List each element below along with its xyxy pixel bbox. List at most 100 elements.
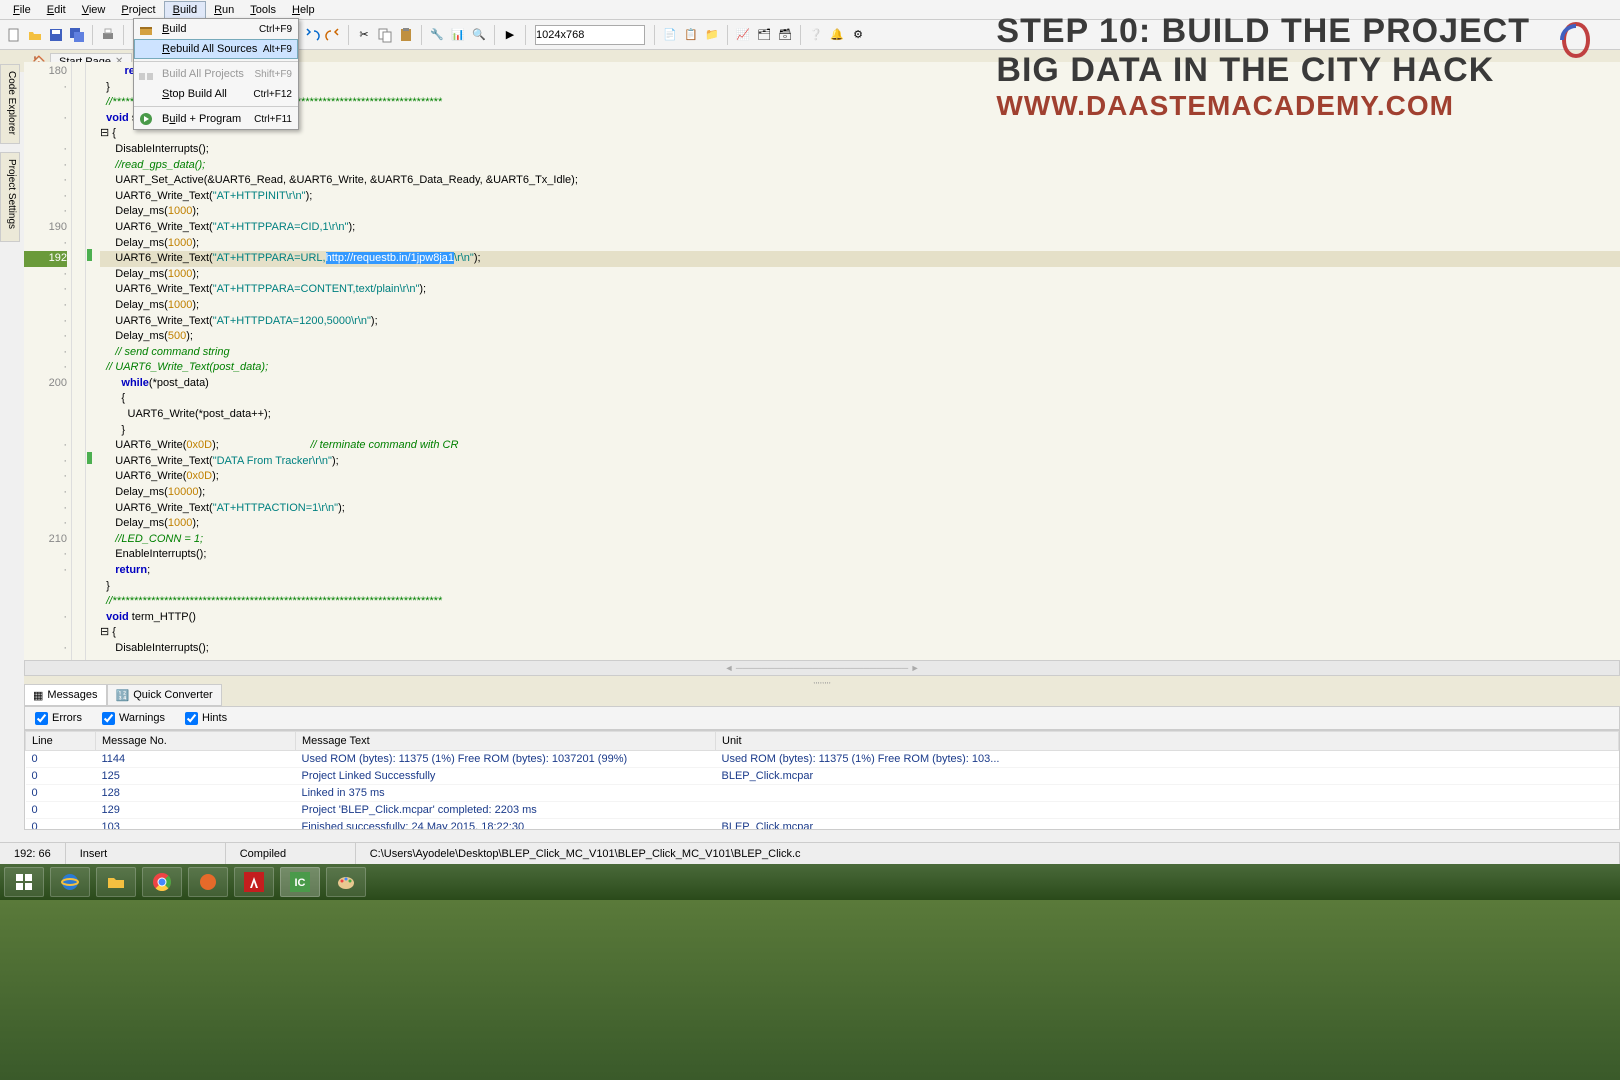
menu-run[interactable]: Run	[206, 2, 242, 18]
status-pos: 192: 66	[0, 843, 66, 864]
tab-messages[interactable]: ▦ Messages	[24, 684, 107, 706]
open-icon[interactable]	[26, 26, 44, 44]
dropdown-stop-build[interactable]: Stop Build AllCtrl+F12	[134, 84, 298, 104]
overlay-url: WWW.DAASTEMACADEMY.COM	[996, 90, 1530, 122]
shortcut: Ctrl+F12	[253, 89, 292, 100]
menu-help[interactable]: Help	[284, 2, 323, 18]
print-icon[interactable]	[99, 26, 117, 44]
shortcut: Ctrl+F9	[259, 24, 292, 35]
col-no[interactable]: Message No.	[96, 732, 296, 751]
hints-checkbox[interactable]	[185, 712, 198, 725]
separator	[525, 25, 526, 45]
errors-checkbox[interactable]	[35, 712, 48, 725]
filter-errors[interactable]: Errors	[35, 712, 82, 725]
taskbar-explorer[interactable]	[96, 867, 136, 897]
taskbar-ide[interactable]: IC	[280, 867, 320, 897]
label: Errors	[52, 712, 82, 724]
col-unit[interactable]: Unit	[716, 732, 1619, 751]
menu-view[interactable]: View	[74, 2, 114, 18]
menu-build[interactable]: Build	[164, 1, 206, 19]
menu-edit[interactable]: Edit	[39, 2, 74, 18]
fold-column[interactable]	[72, 62, 86, 660]
side-tab-project-settings[interactable]: Project Settings	[0, 152, 20, 242]
message-row[interactable]: 0125Project Linked SuccessfullyBLEP_Clic…	[26, 768, 1619, 785]
mark-column	[86, 62, 94, 660]
taskbar-paint[interactable]	[326, 867, 366, 897]
separator	[421, 25, 422, 45]
dropdown-build-all-projects: Build All ProjectsShift+F9	[134, 64, 298, 84]
tool-icon[interactable]: 📊	[449, 26, 467, 44]
message-row[interactable]: 0128Linked in 375 ms	[26, 785, 1619, 802]
build-all-icon	[138, 66, 154, 82]
separator	[494, 25, 495, 45]
tool-icon[interactable]: ⚙	[849, 26, 867, 44]
editor: 180 ·· ····· 190 · 192 ······· 200 ·····…	[24, 62, 1620, 660]
start-button[interactable]	[4, 867, 44, 897]
separator	[800, 25, 801, 45]
cut-icon[interactable]: ✂	[355, 26, 373, 44]
taskbar-adobe[interactable]	[234, 867, 274, 897]
tool-icon[interactable]: 📄	[661, 26, 679, 44]
tab-label: Quick Converter	[133, 689, 212, 701]
dropdown-build-program[interactable]: Build + ProgramCtrl+F11	[134, 109, 298, 129]
side-tab-code-explorer[interactable]: Code Explorer	[0, 64, 20, 144]
overlay-logo	[1552, 16, 1600, 64]
col-text[interactable]: Message Text	[296, 732, 716, 751]
gutter: 180 ·· ····· 190 · 192 ······· 200 ·····…	[24, 62, 72, 660]
paste-icon[interactable]	[397, 26, 415, 44]
status-mode: Insert	[66, 843, 226, 864]
filter-hints[interactable]: Hints	[185, 712, 227, 725]
tool-icon[interactable]: 🔍	[470, 26, 488, 44]
separator	[92, 25, 93, 45]
overlay-line1: STEP 10: BUILD THE PROJECT	[996, 12, 1530, 51]
tool-icon[interactable]: 📋	[682, 26, 700, 44]
desktop-bg	[0, 900, 1620, 1080]
help-icon[interactable]: ❔	[807, 26, 825, 44]
build-icon	[138, 21, 154, 37]
tool-icon[interactable]: 📁	[703, 26, 721, 44]
windows-taskbar: IC	[0, 864, 1620, 900]
tool-icon[interactable]: 📈	[734, 26, 752, 44]
build-dropdown: BuildCtrl+F9 Rebuild All SourcesAlt+F9 B…	[133, 18, 299, 130]
new-icon[interactable]	[5, 26, 23, 44]
warnings-checkbox[interactable]	[102, 712, 115, 725]
taskbar-app[interactable]	[188, 867, 228, 897]
tool-icon[interactable]: ▶	[501, 26, 519, 44]
dropdown-rebuild-all[interactable]: Rebuild All SourcesAlt+F9	[134, 39, 298, 59]
redo-icon[interactable]	[324, 26, 342, 44]
message-row[interactable]: 0129Project 'BLEP_Click.mcpar' completed…	[26, 802, 1619, 819]
messages-table[interactable]: Line Message No. Message Text Unit 01144…	[24, 730, 1620, 830]
tool-icon[interactable]: 🗂	[755, 26, 773, 44]
splitter[interactable]: ,,,,,,,,	[24, 676, 1620, 684]
message-row[interactable]: 01144Used ROM (bytes): 11375 (1%) Free R…	[26, 751, 1619, 768]
menu-project[interactable]: Project	[113, 2, 163, 18]
menu-tools[interactable]: Tools	[242, 2, 284, 18]
menu-file[interactable]: File	[5, 2, 39, 18]
taskbar-chrome[interactable]	[142, 867, 182, 897]
message-row[interactable]: 0103Finished successfully: 24 May 2015, …	[26, 819, 1619, 831]
overlay-line2: BIG DATA IN THE CITY HACK	[996, 51, 1530, 90]
filter-warnings[interactable]: Warnings	[102, 712, 165, 725]
overlay-caption: STEP 10: BUILD THE PROJECT BIG DATA IN T…	[996, 12, 1530, 122]
tool-icon[interactable]: 🔔	[828, 26, 846, 44]
tool-icon[interactable]: 🗃	[776, 26, 794, 44]
separator	[727, 25, 728, 45]
tab-quick-converter[interactable]: 🔢 Quick Converter	[107, 684, 222, 706]
undo-icon[interactable]	[303, 26, 321, 44]
copy-icon[interactable]	[376, 26, 394, 44]
dropdown-build[interactable]: BuildCtrl+F9	[134, 19, 298, 39]
resolution-combo[interactable]	[535, 25, 645, 45]
taskbar-ie[interactable]	[50, 867, 90, 897]
converter-icon: 🔢	[116, 689, 130, 702]
saveall-icon[interactable]	[68, 26, 86, 44]
save-icon[interactable]	[47, 26, 65, 44]
code-area[interactable]: return; } //****************************…	[94, 62, 1620, 660]
shortcut: Ctrl+F11	[254, 114, 292, 125]
status-path: C:\Users\Ayodele\Desktop\BLEP_Click_MC_V…	[356, 843, 1620, 864]
horizontal-scrollbar[interactable]: ◄ ─────────────────────────── ►	[24, 660, 1620, 676]
build-prog-icon	[138, 111, 154, 127]
tool-icon[interactable]: 🔧	[428, 26, 446, 44]
col-line[interactable]: Line	[26, 732, 96, 751]
svg-text:IC: IC	[295, 877, 306, 889]
statusbar: 192: 66 Insert Compiled C:\Users\Ayodele…	[0, 842, 1620, 864]
